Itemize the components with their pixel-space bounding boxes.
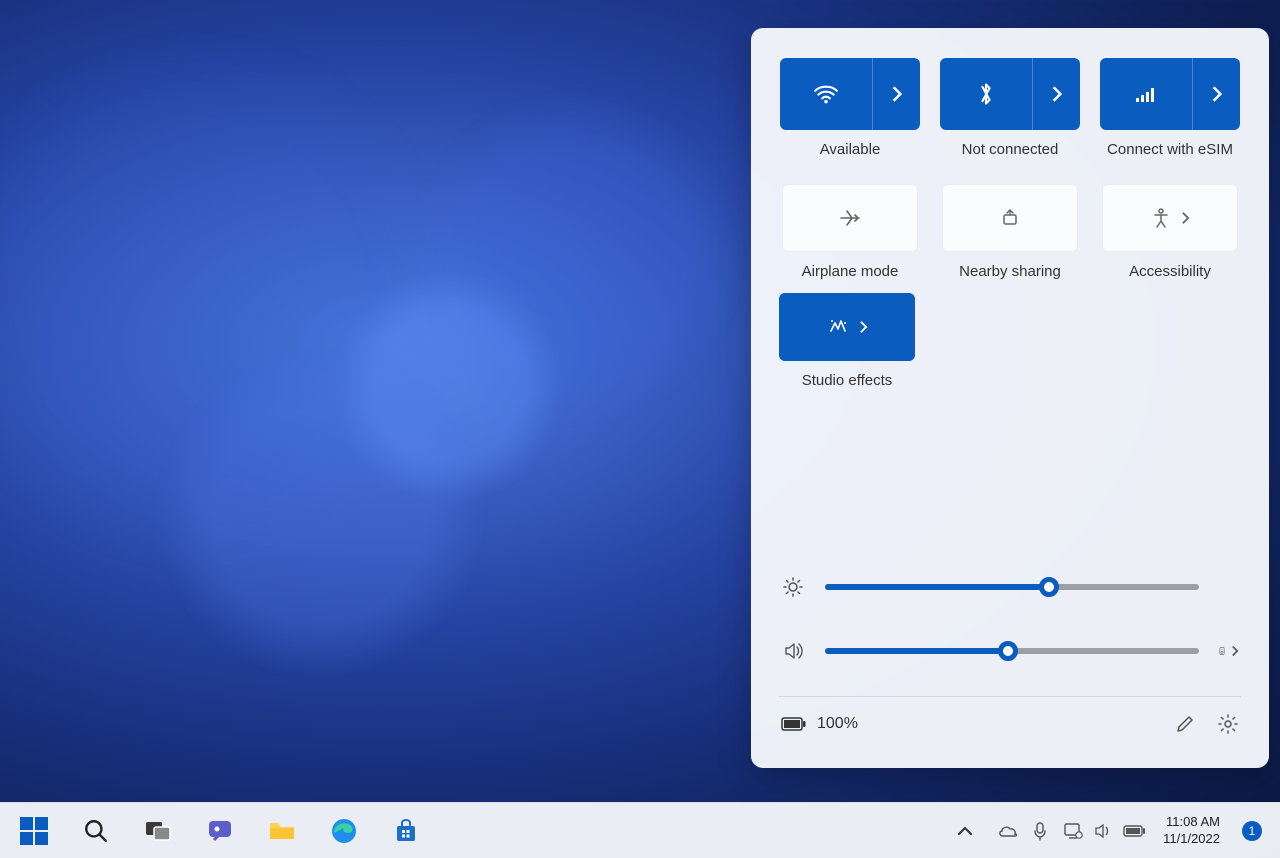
tile-cellular-label: Connect with eSIM xyxy=(1107,140,1233,160)
overflow-chevron-icon xyxy=(957,825,973,837)
taskbar-datetime[interactable]: 11:08 AM 11/1/2022 xyxy=(1163,814,1220,847)
tile-accessibility-label: Accessibility xyxy=(1129,262,1211,282)
volume-row xyxy=(781,640,1239,662)
task-view-button[interactable] xyxy=(142,815,174,847)
file-explorer-button[interactable] xyxy=(266,815,298,847)
brightness-icon xyxy=(781,576,805,598)
bluetooth-icon xyxy=(940,58,1032,130)
store-button[interactable] xyxy=(390,815,422,847)
search-button[interactable] xyxy=(80,815,112,847)
tile-nearby-wrap: Nearby sharing xyxy=(939,184,1081,282)
onedrive-tray-button[interactable] xyxy=(997,823,1019,839)
tile-cellular-wrap: Connect with eSIM xyxy=(1099,58,1241,160)
volume-tray-icon xyxy=(1093,822,1113,840)
tile-studio-row: Studio effects xyxy=(779,293,1241,391)
battery-status[interactable]: 100% xyxy=(781,715,858,733)
taskbar-date: 11/1/2022 xyxy=(1163,831,1220,847)
taskbar-pinned xyxy=(18,815,422,847)
tile-airplane-wrap: Airplane mode xyxy=(779,184,921,282)
edge-button[interactable] xyxy=(328,815,360,847)
tray-icons xyxy=(997,821,1047,841)
tile-accessibility[interactable] xyxy=(1102,184,1238,252)
start-button[interactable] xyxy=(18,815,50,847)
battery-percent-label: 100% xyxy=(817,715,858,733)
volume-slider[interactable] xyxy=(825,648,1199,654)
tile-cellular-expand[interactable] xyxy=(1192,58,1240,130)
taskbar-tray: 11:08 AM 11/1/2022 1 xyxy=(949,814,1262,847)
quick-settings-actions xyxy=(1175,713,1239,735)
settings-button[interactable] xyxy=(1217,713,1239,735)
quick-settings-tiles: Available Not connected xyxy=(779,58,1241,283)
tile-wifi[interactable] xyxy=(780,58,920,130)
store-icon xyxy=(393,818,419,844)
tile-nearby-sharing[interactable] xyxy=(942,184,1078,252)
file-explorer-icon xyxy=(267,818,297,844)
microphone-icon xyxy=(1033,821,1047,841)
taskbar: 11:08 AM 11/1/2022 1 xyxy=(0,802,1280,858)
airplane-icon xyxy=(838,207,862,229)
battery-tray-icon xyxy=(1123,824,1147,838)
system-tray-button[interactable] xyxy=(1063,822,1147,840)
tile-bluetooth-label: Not connected xyxy=(962,140,1059,160)
battery-icon xyxy=(781,716,807,732)
desktop-background: Available Not connected xyxy=(0,0,1280,858)
tile-accessibility-wrap: Accessibility xyxy=(1099,184,1241,282)
tile-airplane[interactable] xyxy=(782,184,918,252)
tile-wifi-label: Available xyxy=(820,140,881,160)
brightness-row xyxy=(781,576,1239,598)
cellular-icon xyxy=(1100,58,1192,130)
tile-bluetooth[interactable] xyxy=(940,58,1080,130)
tile-studio-expand[interactable] xyxy=(859,320,868,334)
nearby-share-icon xyxy=(999,207,1021,229)
search-icon xyxy=(83,818,109,844)
volume-output-button[interactable] xyxy=(1219,641,1239,661)
chevron-right-icon xyxy=(1231,645,1239,657)
edit-quick-settings-button[interactable] xyxy=(1175,714,1195,734)
tile-studio-effects[interactable] xyxy=(779,293,915,361)
brightness-slider[interactable] xyxy=(825,584,1199,590)
volume-icon xyxy=(781,640,805,662)
tile-cellular[interactable] xyxy=(1100,58,1240,130)
quick-settings-footer: 100% xyxy=(779,696,1241,750)
edge-icon xyxy=(330,817,358,845)
microphone-tray-button[interactable] xyxy=(1033,821,1047,841)
network-tray-icon xyxy=(1063,822,1083,840)
tile-wifi-expand[interactable] xyxy=(872,58,920,130)
onedrive-icon xyxy=(997,823,1019,839)
tile-airplane-label: Airplane mode xyxy=(802,262,899,282)
tile-bluetooth-expand[interactable] xyxy=(1032,58,1080,130)
tile-studio-wrap: Studio effects xyxy=(779,293,915,391)
quick-settings-sliders xyxy=(779,576,1241,662)
tile-bluetooth-wrap: Not connected xyxy=(939,58,1081,160)
chat-icon xyxy=(206,818,234,844)
quick-settings-panel: Available Not connected xyxy=(751,28,1269,768)
notification-count: 1 xyxy=(1249,824,1256,838)
start-icon xyxy=(20,817,48,845)
task-view-icon xyxy=(144,819,172,843)
tile-studio-label: Studio effects xyxy=(802,371,893,391)
taskbar-time: 11:08 AM xyxy=(1163,814,1220,830)
notification-badge[interactable]: 1 xyxy=(1242,821,1262,841)
chat-button[interactable] xyxy=(204,815,236,847)
tile-nearby-label: Nearby sharing xyxy=(959,262,1061,282)
tray-overflow-button[interactable] xyxy=(949,815,981,847)
wifi-icon xyxy=(780,58,872,130)
tile-accessibility-expand[interactable] xyxy=(1181,211,1190,225)
tile-wifi-wrap: Available xyxy=(779,58,921,160)
accessibility-icon xyxy=(1151,207,1171,229)
studio-effects-icon xyxy=(827,317,849,337)
